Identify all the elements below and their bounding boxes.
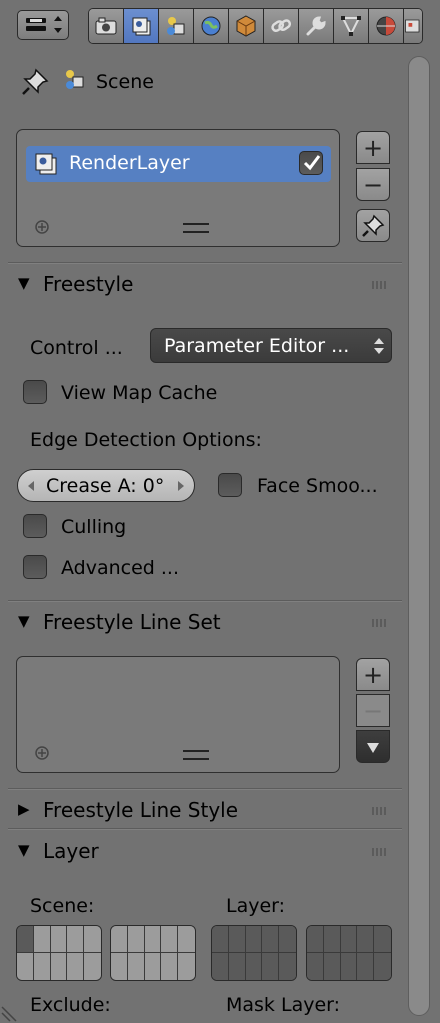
- advanced-label: Advanced ...: [61, 557, 180, 579]
- list-resize-grip[interactable]: [183, 750, 209, 760]
- render-layers-icon: [132, 17, 151, 36]
- minus-icon: −: [362, 170, 384, 199]
- tab-world[interactable]: [194, 9, 229, 43]
- scrollbar-thumb[interactable]: [408, 56, 430, 1016]
- checkmark-icon: [303, 155, 321, 171]
- tab-scene[interactable]: [159, 9, 194, 43]
- render-layer-label: RenderLayer: [69, 152, 190, 174]
- culling-checkbox[interactable]: [23, 514, 47, 538]
- scene-icon: [66, 70, 84, 89]
- add-circle-icon[interactable]: [34, 745, 50, 761]
- texture-icon: [405, 19, 420, 33]
- scene-layers-label: Scene:: [30, 895, 95, 917]
- separator: [8, 828, 402, 830]
- context-scene-label: Scene: [96, 71, 154, 93]
- render-layers-grid-b[interactable]: [306, 925, 392, 981]
- scene-layers-grid-b[interactable]: [110, 925, 196, 981]
- panel-drag-grip[interactable]: [372, 807, 386, 815]
- tab-object-data[interactable]: [334, 9, 369, 43]
- separator: [8, 262, 402, 264]
- render-camera-icon: [95, 17, 117, 35]
- increment-arrow-icon[interactable]: [176, 479, 186, 493]
- render-layers-label: Layer:: [226, 895, 286, 917]
- list-resize-grip[interactable]: [183, 223, 209, 233]
- pin-icon: [362, 214, 385, 237]
- scene-layers-grid-a[interactable]: [16, 925, 102, 981]
- expand-triangle-icon[interactable]: ▶: [18, 800, 30, 818]
- exclude-label: Exclude:: [30, 994, 111, 1016]
- editor-type-icon: [26, 16, 62, 33]
- list-item[interactable]: RenderLayer: [26, 146, 331, 182]
- render-layer-enable-checkbox[interactable]: [299, 151, 323, 175]
- render-layers-icon: [35, 153, 57, 175]
- render-layers-grid-a[interactable]: [211, 925, 297, 981]
- tab-render-layers[interactable]: [124, 9, 159, 43]
- panel-drag-grip[interactable]: [372, 619, 386, 627]
- world-icon: [201, 16, 221, 36]
- menu-down-arrow-icon: [367, 742, 379, 753]
- panel-title-line-style[interactable]: Freestyle Line Style: [43, 798, 238, 822]
- dropdown-arrows-icon: [374, 338, 384, 354]
- control-mode-dropdown[interactable]: Parameter Editor ...: [150, 328, 392, 363]
- material-sphere-icon: [376, 16, 396, 36]
- object-data-vertices-icon: [341, 16, 361, 37]
- edge-detection-label: Edge Detection Options:: [30, 429, 262, 451]
- add-circle-icon[interactable]: [34, 219, 50, 235]
- collapse-triangle-icon[interactable]: ▼: [18, 841, 30, 859]
- crease-angle-value: Crease A: 0°: [46, 475, 165, 497]
- editor-type-selector[interactable]: [17, 10, 69, 40]
- remove-line-set-button[interactable]: −: [356, 694, 390, 727]
- panel-title-freestyle[interactable]: Freestyle: [43, 272, 133, 296]
- panel-drag-grip[interactable]: [372, 281, 386, 289]
- line-set-specials-button[interactable]: [356, 730, 390, 763]
- minus-icon: −: [362, 696, 384, 725]
- separator: [8, 600, 402, 602]
- property-tabs: [88, 8, 423, 44]
- add-line-set-button[interactable]: +: [356, 658, 390, 691]
- view-map-cache-label: View Map Cache: [61, 382, 218, 404]
- panel-drag-grip[interactable]: [372, 848, 386, 856]
- area-corner-resize[interactable]: [0, 1003, 20, 1023]
- pin-layer-button[interactable]: [356, 209, 390, 242]
- plus-icon: +: [362, 133, 384, 162]
- remove-layer-button[interactable]: −: [356, 168, 390, 201]
- tab-object[interactable]: [229, 9, 264, 43]
- collapse-triangle-icon[interactable]: ▼: [18, 274, 30, 292]
- tab-material[interactable]: [369, 9, 404, 43]
- decrement-arrow-icon[interactable]: [26, 479, 36, 493]
- modifiers-wrench-icon: [306, 16, 326, 36]
- line-set-list: [16, 656, 340, 773]
- pin-icon[interactable]: [20, 67, 50, 97]
- control-mode-value: Parameter Editor ...: [164, 335, 350, 357]
- panel-title-layer[interactable]: Layer: [43, 839, 99, 863]
- face-smoothness-label: Face Smoo...: [257, 475, 378, 497]
- collapse-triangle-icon[interactable]: ▼: [18, 612, 30, 630]
- culling-label: Culling: [61, 516, 127, 538]
- separator: [8, 788, 402, 790]
- face-smoothness-checkbox[interactable]: [218, 473, 242, 497]
- scene-icon: [167, 17, 185, 35]
- add-layer-button[interactable]: +: [356, 131, 390, 164]
- constraints-link-icon: [271, 19, 292, 33]
- crease-angle-field[interactable]: Crease A: 0°: [17, 469, 195, 502]
- tab-constraints[interactable]: [264, 9, 299, 43]
- control-mode-label: Control ...: [30, 337, 123, 359]
- view-map-cache-checkbox[interactable]: [23, 380, 47, 404]
- plus-icon: +: [362, 660, 384, 689]
- tab-render[interactable]: [89, 9, 124, 43]
- tab-modifiers[interactable]: [299, 9, 334, 43]
- tab-texture[interactable]: [404, 9, 422, 43]
- panel-title-line-set[interactable]: Freestyle Line Set: [43, 610, 221, 634]
- object-cube-icon: [236, 15, 256, 37]
- advanced-checkbox[interactable]: [23, 555, 47, 579]
- properties-header: [0, 0, 440, 50]
- mask-layer-label: Mask Layer:: [226, 994, 341, 1016]
